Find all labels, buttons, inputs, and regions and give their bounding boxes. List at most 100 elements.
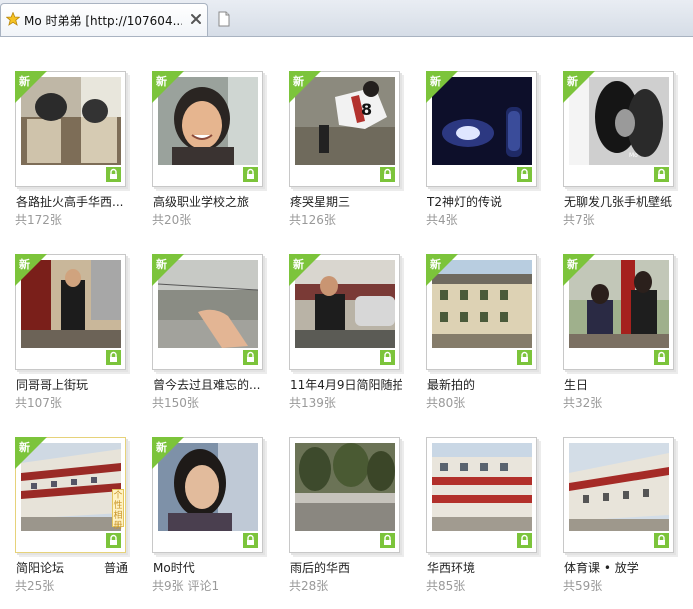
lock-icon xyxy=(380,350,395,365)
new-badge: 新 xyxy=(15,71,47,103)
svg-text:新: 新 xyxy=(19,440,30,454)
lock-icon xyxy=(243,350,258,365)
album-title[interactable]: 11年4月9日简阳随拍 xyxy=(290,376,402,393)
lock-icon xyxy=(654,350,669,365)
album-cover[interactable]: 新 xyxy=(152,71,263,187)
lock-icon xyxy=(380,167,395,182)
svg-text:新: 新 xyxy=(19,257,30,271)
new-badge: 新 xyxy=(289,254,321,286)
album-cover[interactable]: 8 新 xyxy=(289,71,400,187)
album-grid: 新 各路扯火高手华西... 共172张 新 高级职业学校之旅 共20张 8 新 … xyxy=(0,36,693,609)
new-badge: 新 xyxy=(563,254,595,286)
album-card[interactable]: 新 Mo时代 共9张 评论1 xyxy=(137,402,267,593)
album-cover[interactable]: 新 xyxy=(426,71,537,187)
album-card[interactable]: 新 各路扯火高手华西... 共172张 xyxy=(0,36,130,227)
album-title[interactable]: 生日 xyxy=(564,376,676,393)
svg-text:新: 新 xyxy=(156,257,167,271)
svg-text:新: 新 xyxy=(19,74,30,88)
album-title[interactable]: 雨后的华西 xyxy=(290,559,402,576)
tab-title: Mo 时弟弟 [http://107604... xyxy=(24,14,182,28)
album-cover[interactable]: 新 xyxy=(15,437,126,553)
album-title[interactable]: 各路扯火高手华西... xyxy=(16,193,128,210)
album-title[interactable]: 曾今去过且难忘的... xyxy=(153,376,265,393)
photo-count: 共28张 xyxy=(289,579,329,593)
album-card[interactable]: 新 11年4月9日简阳随拍 共139张 xyxy=(274,219,404,410)
new-badge: 新 xyxy=(15,254,47,286)
album-card[interactable]: 新 生日 共32张 xyxy=(548,219,678,410)
close-icon[interactable] xyxy=(189,12,203,26)
album-title[interactable]: 体育课 • 放学 xyxy=(564,559,676,576)
svg-text:新: 新 xyxy=(293,257,304,271)
album-card[interactable]: 雨后的华西 共28张 xyxy=(274,402,404,593)
album-cover[interactable]: 新 xyxy=(289,254,400,370)
album-cover[interactable] xyxy=(563,437,674,553)
cover-photo xyxy=(432,443,532,531)
svg-text:新: 新 xyxy=(567,74,578,88)
star-icon xyxy=(6,12,20,26)
new-badge: 新 xyxy=(152,437,184,469)
album-title[interactable]: Mo时代 xyxy=(153,559,265,576)
svg-text:新: 新 xyxy=(430,74,441,88)
photo-count: 共59张 xyxy=(563,579,603,593)
album-card[interactable]: 新 最新拍的 共80张 xyxy=(411,219,541,410)
lock-icon xyxy=(243,167,258,182)
album-title[interactable]: 无聊发几张手机壁纸 xyxy=(564,193,676,210)
lock-icon xyxy=(517,167,532,182)
new-badge: 新 xyxy=(152,254,184,286)
new-badge: 新 xyxy=(15,437,47,469)
album-title[interactable]: T2神灯的传说 xyxy=(427,193,539,210)
album-title[interactable]: 同哥哥上街玩 xyxy=(16,376,128,393)
album-cover[interactable] xyxy=(426,437,537,553)
lock-icon xyxy=(517,350,532,365)
new-badge: 新 xyxy=(289,71,321,103)
album-card[interactable]: Mo 新 无聊发几张手机壁纸 共7张 xyxy=(548,36,678,227)
page-icon[interactable] xyxy=(216,11,232,27)
album-card[interactable]: 新 个性相册 简阳论坛 普通 共25张 xyxy=(0,402,130,593)
album-cover[interactable]: 新 xyxy=(563,254,674,370)
browser-tab[interactable]: Mo 时弟弟 [http://107604... xyxy=(0,3,208,36)
album-cover[interactable]: 新 xyxy=(152,254,263,370)
album-title[interactable]: 疼哭星期三 xyxy=(290,193,402,210)
album-cover[interactable]: 新 xyxy=(426,254,537,370)
album-title[interactable]: 高级职业学校之旅 xyxy=(153,193,265,210)
lock-icon xyxy=(106,167,121,182)
photo-count: 共25张 xyxy=(15,579,55,593)
lock-icon xyxy=(517,533,532,548)
photo-count: 共9张 评论1 xyxy=(152,579,220,593)
lock-icon xyxy=(654,167,669,182)
album-cover[interactable]: 新 xyxy=(152,437,263,553)
svg-text:新: 新 xyxy=(156,440,167,454)
album-cover[interactable]: 新 xyxy=(15,71,126,187)
svg-text:8: 8 xyxy=(361,100,372,119)
cover-photo xyxy=(569,443,669,531)
lock-icon xyxy=(106,533,121,548)
lock-icon xyxy=(380,533,395,548)
album-card[interactable]: 体育课 • 放学 共59张 xyxy=(548,402,678,593)
svg-text:Mo: Mo xyxy=(629,152,638,159)
svg-text:新: 新 xyxy=(293,74,304,88)
album-title[interactable]: 华西环境 xyxy=(427,559,539,576)
new-badge: 新 xyxy=(563,71,595,103)
svg-text:新: 新 xyxy=(567,257,578,271)
lock-icon xyxy=(243,533,258,548)
photo-count: 共85张 xyxy=(426,579,466,593)
new-badge: 新 xyxy=(426,71,458,103)
album-card[interactable]: 新 曾今去过且难忘的... 共150张 xyxy=(137,219,267,410)
svg-text:新: 新 xyxy=(156,74,167,88)
album-cover[interactable] xyxy=(289,437,400,553)
album-card[interactable]: 新 高级职业学校之旅 共20张 xyxy=(137,36,267,227)
album-cover[interactable]: Mo 新 xyxy=(563,71,674,187)
album-type-link[interactable]: 普通 xyxy=(104,559,128,576)
new-badge: 新 xyxy=(152,71,184,103)
album-card[interactable]: 8 新 疼哭星期三 共126张 xyxy=(274,36,404,227)
album-card[interactable]: 新 同哥哥上街玩 共107张 xyxy=(0,219,130,410)
new-badge: 新 xyxy=(426,254,458,286)
svg-text:新: 新 xyxy=(430,257,441,271)
lock-icon xyxy=(654,533,669,548)
album-title[interactable]: 最新拍的 xyxy=(427,376,539,393)
cover-photo xyxy=(295,443,395,531)
album-cover[interactable]: 新 xyxy=(15,254,126,370)
album-card[interactable]: 华西环境 共85张 xyxy=(411,402,541,593)
album-card[interactable]: 新 T2神灯的传说 共4张 xyxy=(411,36,541,227)
lock-icon xyxy=(106,350,121,365)
